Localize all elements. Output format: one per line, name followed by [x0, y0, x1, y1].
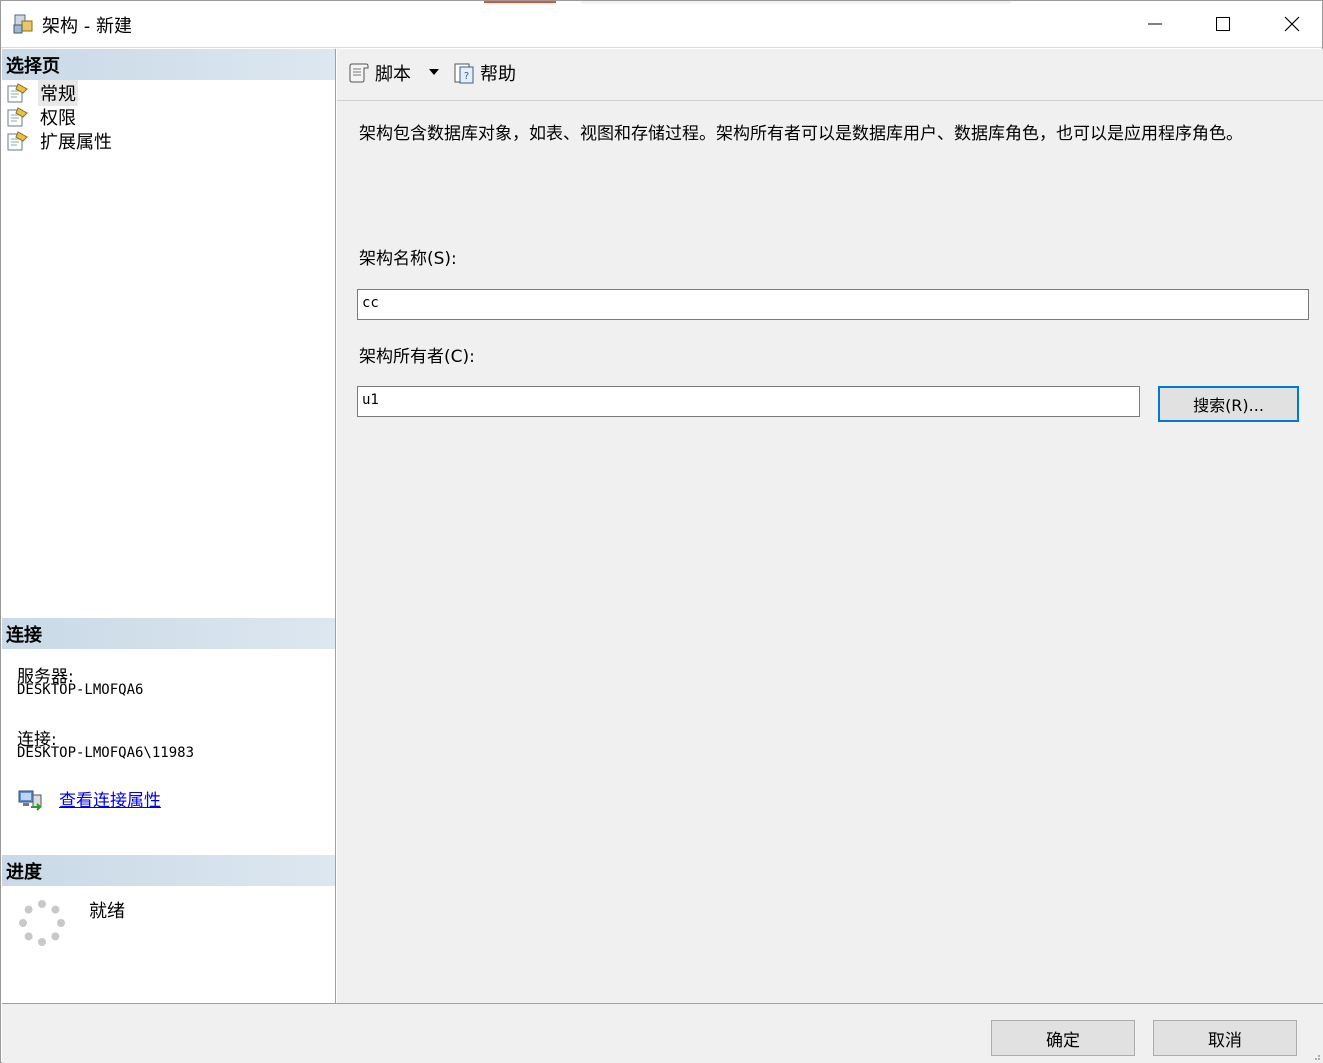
script-label: 脚本 [375, 64, 411, 85]
close-icon [1284, 16, 1300, 32]
maximize-icon [1216, 17, 1230, 31]
nav-item-extended-properties[interactable]: 扩展属性 [6, 129, 114, 153]
taskbar-shadow [581, 1, 1011, 5]
search-button[interactable]: 搜索(R)... [1158, 386, 1299, 422]
maximize-button[interactable] [1189, 1, 1257, 47]
minimize-button[interactable] [1121, 1, 1189, 47]
page-settings-icon [7, 107, 28, 127]
nav-item-label: 扩展属性 [40, 132, 112, 153]
schema-description: 架构包含数据库对象，如表、视图和存储过程。架构所有者可以是数据库用户、数据库角色… [359, 124, 1243, 144]
cancel-button[interactable]: 取消 [1153, 1020, 1297, 1056]
help-label: 帮助 [480, 64, 516, 85]
chevron-down-icon[interactable] [427, 67, 441, 77]
connection-header: 连接 [2, 618, 335, 649]
help-icon: ? [454, 63, 474, 84]
help-button[interactable]: ? 帮助 [452, 60, 516, 86]
schema-app-icon [13, 14, 33, 34]
progress-header: 进度 [2, 855, 335, 886]
script-button[interactable]: 脚本 [347, 60, 411, 86]
schema-name-input[interactable]: cc [357, 289, 1309, 320]
right-panel: 脚本 ? 帮助 架构包含数据库对象，如表、视图和存储过程。架构所有者可以是数据库… [337, 49, 1323, 1003]
connection-value: DESKTOP-LMOFQA6\11983 [17, 745, 195, 761]
connection-properties-icon [18, 790, 42, 811]
view-connection-properties-link[interactable]: 查看连接属性 [59, 786, 161, 811]
page-settings-icon [7, 83, 28, 103]
title-bar[interactable]: 架构 - 新建 [1, 1, 1322, 48]
resize-grip-icon[interactable] [1313, 1053, 1321, 1061]
select-page-header: 选择页 [2, 49, 335, 80]
toolbar: 脚本 ? 帮助 [337, 49, 1323, 101]
nav-item-label: 常规 [38, 80, 78, 106]
page-settings-icon [7, 131, 28, 151]
server-value: DESKTOP-LMOFQA6 [17, 682, 144, 698]
close-button[interactable] [1258, 1, 1323, 47]
schema-owner-label: 架构所有者(C): [359, 347, 475, 367]
dialog-footer: 确定 取消 [2, 1003, 1323, 1063]
minimize-icon [1148, 23, 1162, 25]
progress-status: 就绪 [89, 901, 125, 922]
left-panel: 选择页 常规 权限 扩展属性 连接 服务器: DESKTOP-LMOFQA6 连… [2, 49, 336, 1003]
svg-text:?: ? [464, 71, 469, 82]
schema-owner-input[interactable]: u1 [357, 386, 1140, 417]
spinner-icon [19, 900, 65, 946]
dialog-window: 架构 - 新建 选择页 常规 权限 扩展属性 连接 服务器: DESKTOP-L… [0, 0, 1323, 1063]
window-title: 架构 - 新建 [42, 16, 132, 37]
nav-item-general[interactable]: 常规 [6, 80, 78, 106]
schema-name-label: 架构名称(S): [359, 249, 457, 269]
nav-item-label: 权限 [40, 108, 76, 129]
ok-button[interactable]: 确定 [991, 1020, 1135, 1056]
script-icon [349, 63, 369, 83]
nav-item-permissions[interactable]: 权限 [6, 105, 78, 129]
taskbar-accent [484, 1, 556, 3]
